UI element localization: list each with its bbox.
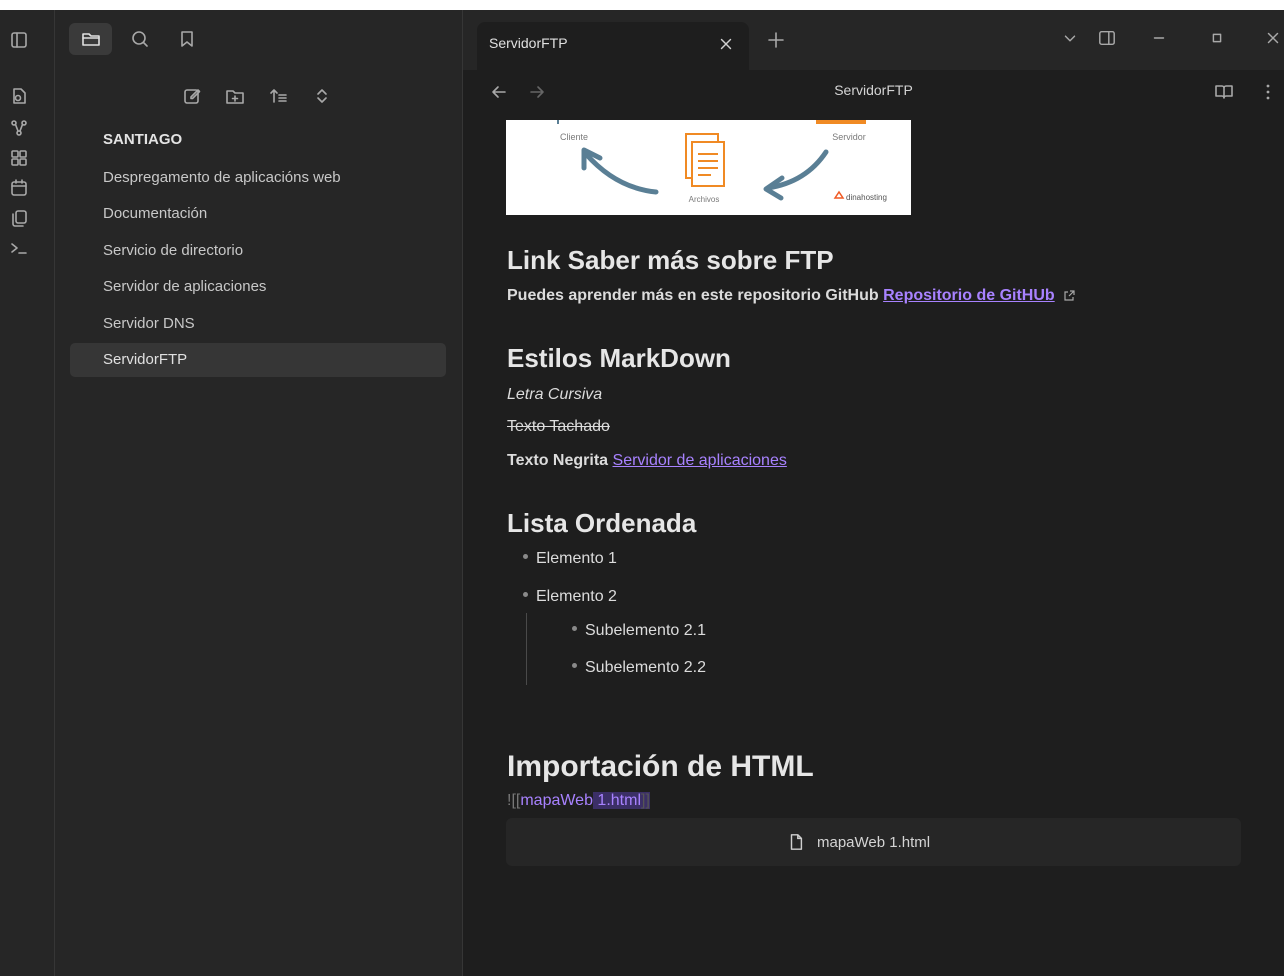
search-icon[interactable] <box>130 29 150 49</box>
tab-label: ServidorFTP <box>489 35 568 51</box>
tree-item[interactable]: Servicio de directorio <box>70 234 446 268</box>
quick-switcher-icon[interactable] <box>9 86 29 106</box>
embed-suffix: ]] <box>641 792 650 809</box>
sidebar-toggle-icon[interactable] <box>9 30 29 50</box>
brand-label: dinahosting <box>846 193 887 202</box>
link-paragraph-text: Puedes aprender más en este repositorio … <box>507 287 884 304</box>
close-tab-icon[interactable] <box>717 35 735 53</box>
italic-text: Letra Cursiva <box>507 386 603 403</box>
new-note-icon[interactable] <box>182 86 202 106</box>
split-view-icon[interactable] <box>1098 29 1116 47</box>
minimize-icon[interactable] <box>1150 29 1168 47</box>
graph-view-icon[interactable] <box>9 118 29 138</box>
vault-name[interactable]: SANTIAGO <box>103 131 182 148</box>
embed-file-box[interactable]: mapaWeb 1.html <box>506 818 1241 866</box>
maximize-icon[interactable] <box>1208 29 1226 47</box>
indent-guide <box>526 613 527 685</box>
collapse-all-icon[interactable] <box>312 86 332 106</box>
server-label: Servidor <box>832 132 866 142</box>
more-options-icon[interactable] <box>1258 82 1278 102</box>
github-repo-link[interactable]: Repositorio de GitHUb <box>883 287 1055 304</box>
external-link-icon <box>1064 290 1075 301</box>
list-item: Elemento 1 <box>523 550 617 568</box>
list-item-label: Elemento 1 <box>536 550 617 567</box>
canvas-icon[interactable] <box>9 148 29 168</box>
folder-icon[interactable] <box>81 29 101 49</box>
calendar-icon[interactable] <box>9 178 29 198</box>
list-item: Elemento 2 <box>523 588 617 606</box>
sort-icon[interactable] <box>269 86 289 106</box>
client-label: Cliente <box>560 132 588 142</box>
list-item: Subelemento 2.1 <box>572 622 706 640</box>
embed-prefix: ![[ <box>507 792 521 809</box>
view-title: ServidorFTP <box>834 82 913 98</box>
heading-list: Lista Ordenada <box>507 508 697 538</box>
files-label: Archivos <box>689 195 720 204</box>
heading-styles-text: Estilos MarkDown <box>507 343 731 373</box>
heading-import: Importación de HTML <box>507 750 814 783</box>
embed-name-b: 1.html <box>592 792 641 809</box>
tab-servidorftp[interactable]: ServidorFTP <box>477 22 749 70</box>
ftp-diagram: Cliente Servidor Archivos dinahosting <box>557 120 887 204</box>
embed-file-name: mapaWeb 1.html <box>817 834 931 851</box>
top-strip <box>0 0 1284 10</box>
file-icon <box>790 834 803 850</box>
heading-link: Link Saber más sobre FTP <box>507 245 834 275</box>
list-item: Subelemento 2.2 <box>572 659 706 677</box>
list-item-label: Subelemento 2.2 <box>585 659 706 676</box>
internal-link[interactable]: Servidor de aplicaciones <box>613 452 787 469</box>
ribbon <box>0 10 55 976</box>
bold-paragraph: Texto Negrita Servidor de aplicaciones <box>507 452 787 470</box>
link-paragraph: Puedes aprender más en este repositorio … <box>507 287 1075 305</box>
bold-text: Texto Negrita <box>507 452 609 469</box>
terminal-icon[interactable] <box>9 238 29 258</box>
tree-item-active[interactable]: ServidorFTP <box>70 343 446 377</box>
tree-item[interactable]: Servidor de aplicaciones <box>70 270 446 304</box>
chevron-down-icon[interactable] <box>1061 29 1079 47</box>
tree-item[interactable]: Servidor DNS <box>70 307 446 341</box>
tree-item[interactable]: Despregamento de aplicacións web <box>70 161 446 195</box>
list-item-label: Subelemento 2.1 <box>585 622 706 639</box>
strikethrough-text: Texto Tachado <box>507 418 610 435</box>
close-window-icon[interactable] <box>1264 29 1282 47</box>
file-explorer <box>55 10 463 976</box>
heading-styles: Estilos MarkDown <box>507 343 731 374</box>
ftp-diagram-image[interactable]: Cliente Servidor Archivos dinahosting <box>506 120 911 215</box>
bookmark-icon[interactable] <box>177 29 197 49</box>
copy-icon[interactable] <box>9 208 29 228</box>
tree-item[interactable]: Documentación <box>70 197 446 231</box>
embed-name-a: mapaWeb <box>520 792 593 809</box>
new-folder-icon[interactable] <box>225 86 245 106</box>
embed-code-line[interactable]: ![[mapaWeb 1.html]] <box>507 792 650 810</box>
reading-view-icon[interactable] <box>1214 82 1234 102</box>
new-tab-icon[interactable] <box>766 30 786 50</box>
list-item-label: Elemento 2 <box>536 588 617 605</box>
